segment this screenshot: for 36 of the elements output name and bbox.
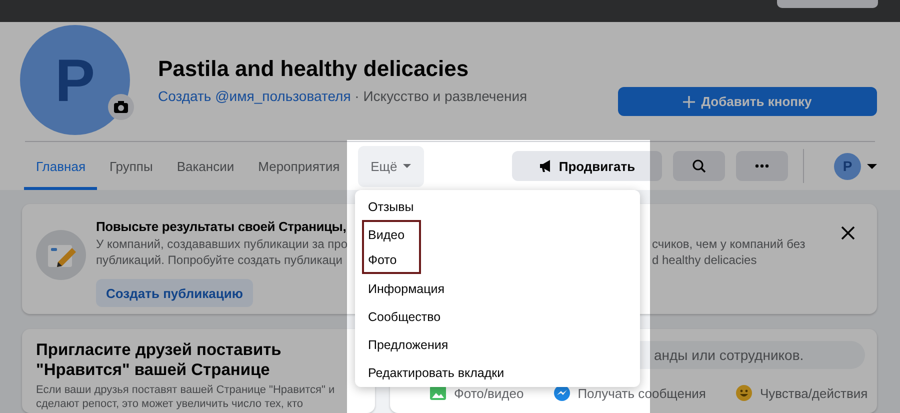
tip-text: счиков, чем у компаний без [652, 236, 806, 252]
caret-icon [403, 164, 412, 168]
camera-icon [108, 94, 134, 120]
close-button[interactable] [841, 226, 855, 240]
tip-text: У компаний, создававших публикации за про [96, 236, 348, 252]
menu-item[interactable]: Отзывы [355, 192, 640, 220]
dots-icon [755, 164, 769, 168]
menu-item[interactable]: Фото [364, 247, 411, 272]
tip-text: публикаций. Попробуйте создать публикаци [96, 252, 344, 268]
search-button[interactable] [673, 151, 725, 181]
create-post-button[interactable]: Создать публикацию [96, 279, 253, 307]
nav-tab[interactable]: Вакансии [164, 142, 246, 190]
invite-title: Пригласите друзей поставить "Нравится" вашей Странице [36, 340, 282, 380]
nav-tab[interactable]: Группы [97, 142, 165, 190]
tip-text: d healthy delicacies [652, 252, 758, 268]
megaphone-icon [538, 159, 551, 173]
username-link[interactable]: Создать @имя_пользователя [158, 88, 351, 104]
pencil-note-icon [36, 230, 86, 280]
invite-text: Если ваши друзья поставят вашей Странице "Нравится" и сделают репост, это может увеличить число тех, кто [36, 383, 336, 411]
nav-tab[interactable]: Главная [24, 142, 98, 190]
smiley-icon [736, 385, 752, 401]
caret-icon [867, 164, 877, 168]
menu-item[interactable]: Информация [355, 274, 640, 302]
composer-action[interactable]: Чувства/действия [736, 385, 868, 401]
page-name: Pastila and healthy delicacies [158, 56, 470, 82]
promote-button[interactable]: Продвигать [512, 151, 662, 181]
menu-item[interactable]: Сообщество [355, 302, 640, 330]
close-icon [841, 226, 855, 240]
search-icon [692, 159, 706, 173]
tip-title: Повысьте результаты своей Страницы, [96, 218, 348, 236]
page-category: · Искусство и развлечения [354, 88, 528, 104]
more-tab[interactable]: Ещё [358, 146, 424, 186]
plus-icon [683, 96, 696, 108]
add-button-button[interactable]: Добавить кнопку [618, 87, 877, 116]
nav-tab[interactable]: Мероприятия [246, 142, 352, 190]
menu-item[interactable]: Видео [364, 222, 411, 247]
